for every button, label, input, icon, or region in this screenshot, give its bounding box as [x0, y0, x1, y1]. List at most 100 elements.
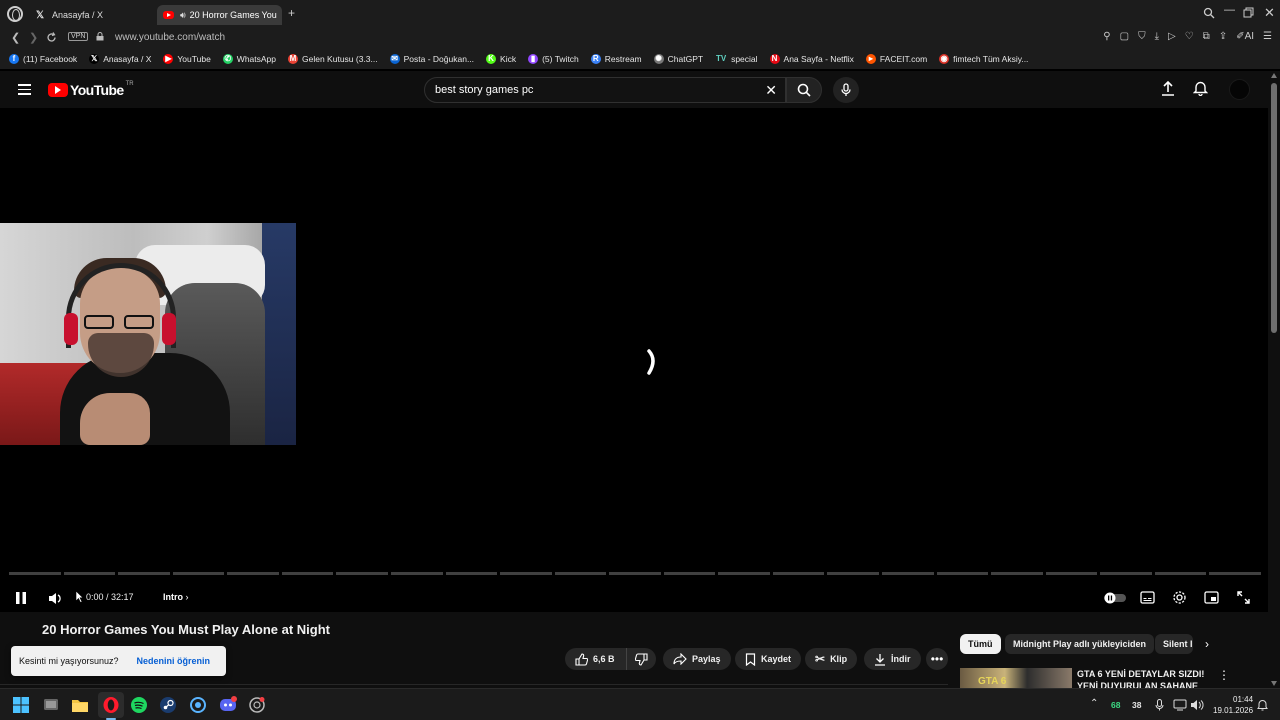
bookmark-item[interactable]: 𝕏 Anasayfa / X [89, 54, 151, 64]
youtube-logo[interactable]: YouTube TR [48, 81, 134, 98]
chapter-segment[interactable] [1045, 572, 1098, 575]
bookmark-item[interactable]: ✉ Posta - Doğukan... [389, 54, 474, 64]
more-vertical-icon[interactable]: ⋮ [1218, 668, 1230, 682]
reload-icon[interactable] [46, 32, 57, 43]
chapter-segment[interactable] [718, 572, 770, 575]
bookmark-item[interactable]: ▮ (5) Twitch [528, 54, 579, 64]
share-button[interactable]: Paylaş [663, 648, 731, 670]
chapter-segment[interactable] [1209, 572, 1261, 575]
url-field[interactable]: www.youtube.com/watch [115, 32, 225, 43]
speaker-icon[interactable]: 🔊︎ [180, 10, 186, 21]
more-actions-button[interactable]: ••• [926, 648, 948, 670]
chapter-segment[interactable] [936, 572, 989, 575]
task-view-icon[interactable] [42, 696, 60, 714]
chapter-segment[interactable] [390, 572, 443, 575]
back-icon[interactable]: ❮ [11, 31, 20, 44]
bookmark-item[interactable]: N Ana Sayfa - Netflix [769, 54, 854, 64]
chapter-segment[interactable] [991, 572, 1043, 575]
voice-search-button[interactable] [833, 77, 859, 103]
chapter-segment[interactable] [1100, 572, 1152, 575]
chip-silent[interactable]: Silent I [1155, 634, 1193, 654]
download-button[interactable]: İndir [864, 648, 921, 670]
pause-icon[interactable] [15, 592, 27, 604]
chip-all[interactable]: Tümü [960, 634, 1001, 654]
chapter-segment[interactable] [281, 572, 334, 575]
shield-icon[interactable]: ⛉ [1138, 31, 1146, 42]
chapter-segment[interactable] [336, 572, 388, 575]
chapter-segment[interactable] [445, 572, 498, 575]
upload-icon[interactable] [1161, 80, 1175, 96]
scroll-thumb[interactable] [1271, 83, 1277, 333]
tab-anasayfa-x[interactable]: 𝕏 Anasayfa / X [28, 5, 156, 25]
bookmark-item[interactable]: TV special [715, 54, 758, 64]
miniplayer-icon[interactable] [1204, 591, 1219, 604]
snapshot-icon[interactable]: ▢ [1120, 31, 1129, 42]
tray-microphone-icon[interactable] [1155, 699, 1164, 711]
download-icon[interactable]: ⤓ [1155, 31, 1159, 42]
chapter-segment[interactable] [63, 572, 116, 575]
windows-start-icon[interactable] [12, 696, 30, 714]
extensions-icon[interactable]: ⧉ [1203, 31, 1210, 42]
steam-icon[interactable] [159, 696, 177, 714]
recommendation-title[interactable]: GTA 6 YENİ DETAYLAR SIZDI! YENİ DUYURULA… [1077, 668, 1212, 688]
minimize-icon[interactable]: — [1224, 4, 1235, 16]
bookmark-item[interactable]: ◉ fimtech Tüm Aksiy... [939, 54, 1028, 64]
bookmark-item[interactable]: ✆ WhatsApp [222, 54, 276, 64]
heart-icon[interactable]: ♡ [1185, 31, 1194, 42]
learn-why-link[interactable]: Nedenini öğrenin [137, 656, 211, 666]
chevron-right-icon[interactable]: › [1205, 637, 1209, 651]
vpn-badge[interactable]: VPN [68, 32, 89, 41]
bookmark-item[interactable]: ✺ ChatGPT [653, 54, 703, 64]
settings-gear-icon[interactable] [1172, 590, 1187, 605]
scroll-down-icon[interactable] [1271, 681, 1277, 686]
chapter-segment[interactable] [827, 572, 879, 575]
notification-center-icon[interactable] [1257, 699, 1268, 711]
battle-net-icon[interactable] [189, 696, 207, 714]
bookmark-item[interactable]: M Gelen Kutusu (3.3... [288, 54, 378, 64]
menu-icon[interactable]: ☰ [1263, 31, 1272, 42]
bookmark-item[interactable]: K Kick [486, 54, 516, 64]
chapter-segment[interactable] [172, 572, 225, 575]
dislike-button[interactable] [626, 648, 656, 670]
volume-icon[interactable] [48, 592, 64, 605]
chapter-segment[interactable] [609, 572, 661, 575]
search-input[interactable] [425, 78, 745, 102]
speaker-icon[interactable] [1190, 699, 1204, 711]
like-button[interactable]: 6,6 B [565, 648, 626, 670]
chapter-segment[interactable] [663, 572, 716, 575]
bookmark-item[interactable]: ▸ FACEIT.com [865, 54, 927, 64]
close-window-icon[interactable]: ✕ [1264, 5, 1275, 21]
system-clock[interactable]: 01:44 19.01.2026 [1213, 694, 1253, 716]
spotify-icon[interactable] [130, 696, 148, 714]
play-icon[interactable]: ▷ [1168, 31, 1176, 42]
chapter-segment[interactable] [500, 572, 552, 575]
network-icon[interactable] [1173, 699, 1187, 711]
chapter-segment[interactable] [9, 572, 61, 575]
avatar[interactable] [1229, 79, 1250, 100]
notifications-bell-icon[interactable] [1193, 80, 1208, 96]
bookmark-item[interactable]: R Restream [590, 54, 642, 64]
save-button[interactable]: Kaydet [735, 648, 802, 670]
recommendation-thumbnail[interactable]: GTA 6 [960, 668, 1072, 688]
file-explorer-icon[interactable] [71, 696, 89, 714]
lock-icon[interactable] [96, 32, 104, 41]
chapter-segment[interactable] [227, 572, 279, 575]
pin-icon[interactable]: ⚲ [1103, 31, 1110, 42]
opera-menu-icon[interactable] [7, 6, 23, 22]
restore-icon[interactable] [1243, 7, 1254, 18]
chapter-segment[interactable] [772, 572, 825, 575]
fullscreen-icon[interactable] [1237, 591, 1250, 604]
chapter-segment[interactable] [118, 572, 170, 575]
new-tab-button[interactable]: + [285, 7, 298, 20]
chapter-segment[interactable] [554, 572, 607, 575]
ai-icon[interactable]: ✐AI [1236, 31, 1254, 42]
progress-bar[interactable] [9, 572, 1261, 575]
guide-menu-icon[interactable] [18, 84, 31, 95]
chapter-button[interactable]: Intro › [163, 592, 189, 602]
bookmark-item[interactable]: ▶ YouTube [163, 54, 211, 64]
share-icon[interactable]: ⇪ [1219, 31, 1227, 42]
scroll-up-icon[interactable] [1271, 73, 1277, 78]
discord-icon[interactable] [219, 696, 237, 714]
chapter-segment[interactable] [882, 572, 934, 575]
chapter-segment[interactable] [1154, 572, 1207, 575]
